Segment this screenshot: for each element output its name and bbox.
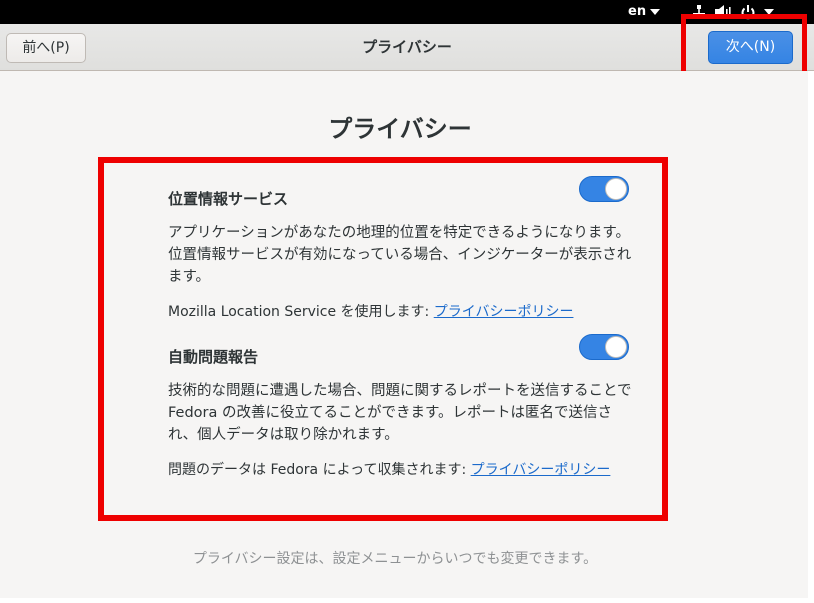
location-services-description: アプリケーションがあなたの地理的位置を特定できるようになります。位置情報サービス… bbox=[168, 225, 632, 285]
power-icon bbox=[741, 5, 755, 20]
problem-policy-line: 問題のデータは Fedora によって収集されます: プライバシーポリシー bbox=[168, 460, 610, 480]
problem-policy-text: 問題のデータは Fedora によって収集されます: bbox=[168, 462, 471, 478]
top-system-bar: en bbox=[0, 0, 814, 24]
problem-reporting-toggle[interactable] bbox=[579, 334, 629, 360]
language-indicator[interactable]: en bbox=[628, 3, 661, 21]
network-wired-icon bbox=[693, 5, 705, 18]
header-bar: 前へ(P) プライバシー 次へ(N) bbox=[0, 24, 814, 71]
previous-button[interactable]: 前へ(P) bbox=[6, 33, 86, 63]
toggle-knob bbox=[605, 178, 627, 200]
volume-icon bbox=[715, 5, 731, 19]
problem-reporting-description: 技術的な問題に遭遇した場合、問題に関するレポートを送信することで Fedora … bbox=[168, 383, 632, 443]
content-edge bbox=[808, 71, 814, 603]
problem-privacy-policy-link[interactable]: プライバシーポリシー bbox=[471, 462, 611, 478]
location-services-toggle[interactable] bbox=[579, 176, 629, 202]
system-status-menu[interactable] bbox=[692, 2, 774, 22]
location-privacy-policy-link[interactable]: プライバシーポリシー bbox=[434, 304, 574, 320]
header-title: プライバシー bbox=[362, 38, 452, 56]
problem-reporting-title: 自動問題報告 bbox=[168, 348, 259, 366]
footer-note: プライバシー設定は、設定メニューからいつでも変更できます。 bbox=[192, 551, 598, 567]
next-button[interactable]: 次へ(N) bbox=[708, 31, 793, 64]
chevron-down-icon bbox=[764, 9, 774, 15]
location-policy-text: Mozilla Location Service を使用します: bbox=[168, 304, 434, 320]
language-label: en bbox=[628, 4, 647, 19]
page-title: プライバシー bbox=[328, 115, 472, 143]
location-policy-line: Mozilla Location Service を使用します: プライバシーポ… bbox=[168, 302, 573, 322]
toggle-knob bbox=[605, 336, 627, 358]
location-services-title: 位置情報サービス bbox=[168, 190, 289, 208]
chevron-down-icon bbox=[650, 9, 661, 15]
privacy-page: プライバシー 位置情報サービス アプリケーションがあなたの地理的位置を特定できる… bbox=[0, 71, 814, 603]
content-edge bbox=[0, 598, 814, 603]
